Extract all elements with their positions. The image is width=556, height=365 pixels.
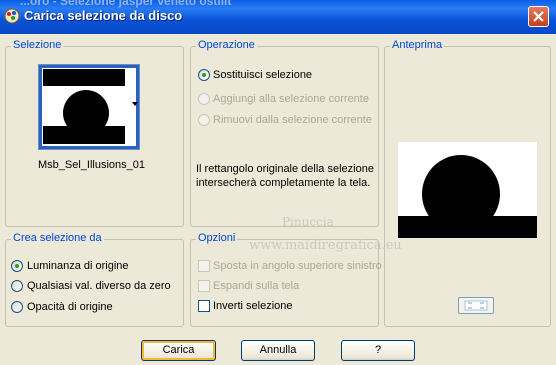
close-icon — [533, 11, 544, 22]
rimuovi-radio[interactable] — [198, 114, 210, 126]
espandi-checkbox[interactable] — [198, 280, 210, 292]
qualsiasi-radio[interactable] — [11, 280, 23, 292]
opacita-radio[interactable] — [11, 301, 23, 313]
carica-button[interactable]: Carica — [141, 340, 216, 361]
luminanza-label[interactable]: Luminanza di origine — [27, 260, 129, 272]
help-button[interactable]: ? — [341, 340, 415, 361]
aggiungi-radio[interactable] — [198, 93, 210, 105]
aggiungi-label[interactable]: Aggiungi alla selezione corrente — [213, 93, 369, 105]
sposta-checkbox[interactable] — [198, 260, 210, 272]
crea-selezione-group-label: Crea selezione da — [11, 232, 104, 244]
inverti-label[interactable]: Inverti selezione — [213, 300, 293, 312]
watermark-name: Pinuccia — [282, 215, 334, 229]
background-window-caption: ...oro - Selezione jasper veneto ostilit — [20, 0, 232, 8]
operation-info-text: Il rettangolo originale della selezione … — [196, 163, 374, 189]
operazione-group-label: Operazione — [196, 39, 257, 51]
chevron-down-icon — [132, 102, 138, 106]
zoom-toggle-icon — [464, 300, 488, 311]
espandi-label[interactable]: Espandi sulla tela — [213, 280, 299, 292]
preview-image — [398, 142, 537, 238]
watermark-url: www.maidiregrafica.eu — [249, 238, 402, 253]
selection-thumbnail — [39, 65, 139, 149]
luminanza-radio[interactable] — [11, 260, 23, 272]
anteprima-group-label: Anteprima — [390, 39, 445, 51]
inverti-checkbox[interactable] — [198, 300, 210, 312]
title-bar[interactable]: ...oro - Selezione jasper veneto ostilit… — [0, 0, 556, 34]
opacita-label[interactable]: Opacità di origine — [27, 301, 113, 313]
zoom-toggle-button[interactable] — [458, 297, 494, 314]
selection-file-name: Msb_Sel_Illusions_01 — [38, 159, 146, 171]
annulla-button[interactable]: Annulla — [241, 340, 315, 361]
window-title: Carica selezione da disco — [24, 8, 183, 23]
rimuovi-label[interactable]: Rimuovi dalla selezione corrente — [213, 114, 372, 126]
close-button[interactable] — [528, 6, 549, 27]
sostituisci-label[interactable]: Sostituisci selezione — [213, 69, 312, 81]
selezione-group-label: Selezione — [11, 39, 64, 51]
opzioni-group-label: Opzioni — [196, 232, 238, 244]
qualsiasi-label[interactable]: Qualsiasi val. diverso da zero — [27, 280, 171, 292]
sposta-label[interactable]: Sposta in angolo superiore sinistro — [213, 260, 382, 272]
paint-shop-pro-icon[interactable] — [4, 8, 20, 24]
selection-thumbnail-picker[interactable] — [38, 64, 140, 150]
sostituisci-radio[interactable] — [198, 69, 210, 81]
